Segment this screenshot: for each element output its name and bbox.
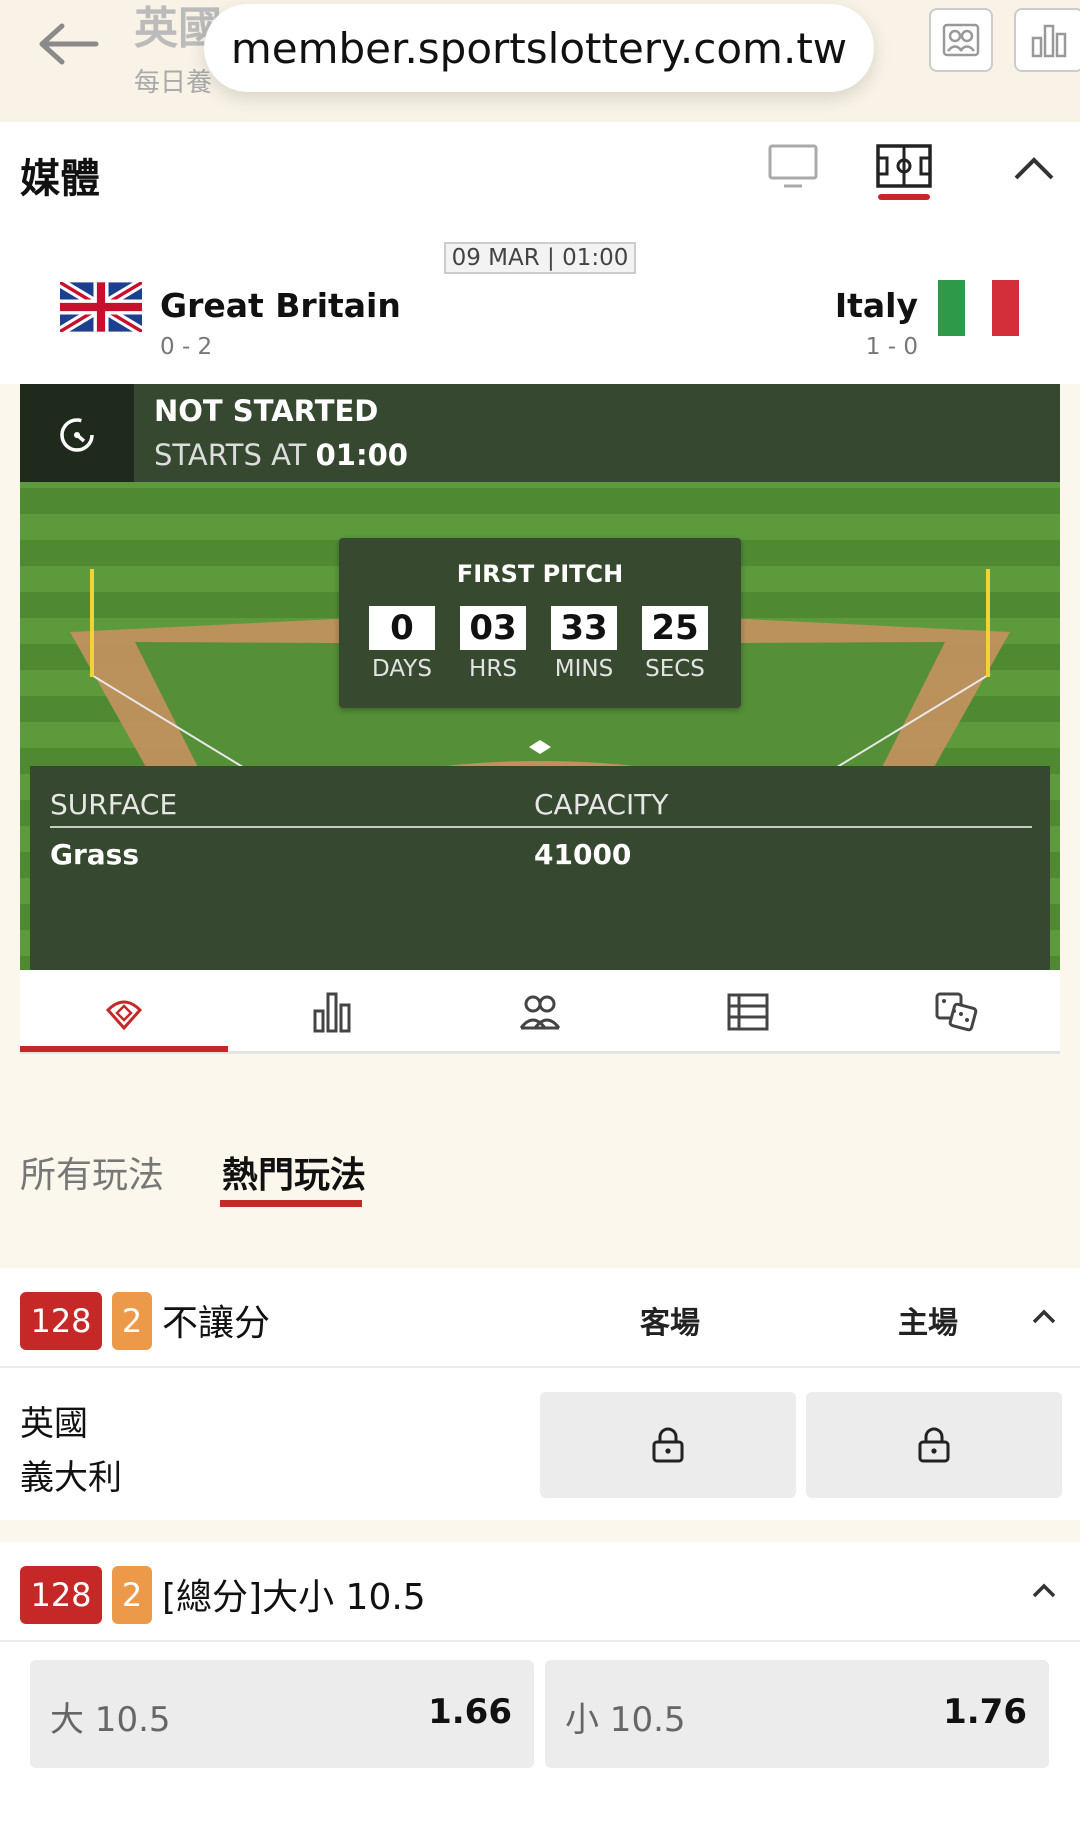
over-odds: 1.66 xyxy=(428,1692,512,1732)
media-title: 媒體 xyxy=(20,156,100,202)
status-icon-box xyxy=(20,384,134,482)
countdown-hours-value: 03 xyxy=(460,606,526,650)
market-header[interactable]: 128 2 [總分]大小 10.5 xyxy=(0,1542,1080,1642)
tab-stats[interactable] xyxy=(228,970,436,1054)
home-team-name: Great Britain xyxy=(160,286,401,325)
market-tab-underline xyxy=(220,1200,362,1207)
home-odds-button-locked[interactable] xyxy=(806,1392,1062,1498)
media-tab-underline xyxy=(878,194,930,200)
countdown-title: FIRST PITCH xyxy=(456,560,624,588)
lock-icon xyxy=(652,1427,684,1463)
away-team-name: Italy xyxy=(834,286,918,325)
tv-icon[interactable] xyxy=(768,144,818,188)
countdown-minutes-value: 33 xyxy=(551,606,617,650)
stadium-widget: NOT STARTED STARTS AT 01:00 FIRST PITCH … xyxy=(20,384,1060,970)
column-away: 客場 xyxy=(640,1306,700,1341)
tab-odds[interactable] xyxy=(852,970,1060,1054)
status-start-time: STARTS AT 01:00 xyxy=(154,438,408,472)
chevron-up-icon[interactable] xyxy=(1030,1580,1058,1602)
market-tabs: 所有玩法 熱門玩法 xyxy=(0,1070,1080,1266)
tab-popular-markets[interactable]: 熱門玩法 xyxy=(222,1146,366,1198)
home-team-record: 0 - 2 xyxy=(160,334,213,360)
countdown-seconds-value: 25 xyxy=(642,606,708,650)
lock-icon xyxy=(918,1427,950,1463)
over-odds-button[interactable]: 大 10.5 1.66 xyxy=(30,1660,534,1768)
tab-all-markets[interactable]: 所有玩法 xyxy=(20,1146,164,1198)
stats-header-button[interactable] xyxy=(1014,8,1080,72)
under-odds-button[interactable]: 小 10.5 1.76 xyxy=(545,1660,1049,1768)
lineup-header-button[interactable] xyxy=(929,8,993,72)
dice-icon xyxy=(935,992,978,1032)
back-arrow-icon[interactable] xyxy=(34,14,104,74)
market-header[interactable]: 128 2 不讓分 客場 主場 xyxy=(0,1268,1080,1368)
top-header: 英國 每日養 member.sportslottery.com.tw xyxy=(0,0,1080,122)
market-count-badge: 2 xyxy=(112,1292,152,1350)
people-icon xyxy=(942,23,980,57)
market-team-1: 英國 xyxy=(20,1404,88,1444)
tab-active-underline xyxy=(20,1046,228,1052)
capacity-value: 41000 xyxy=(534,838,632,871)
stopwatch-icon xyxy=(60,418,94,452)
tab-field[interactable] xyxy=(20,970,228,1054)
starts-at-time: 01:00 xyxy=(315,438,408,472)
match-header: 09 MAR | 01:00 Great Britain 0 - 2 Italy… xyxy=(0,222,1080,384)
surface-label: SURFACE xyxy=(50,788,178,821)
status-title: NOT STARTED xyxy=(154,394,379,428)
countdown-hours: 03 HRS xyxy=(460,606,526,682)
market-card-total: 128 2 [總分]大小 10.5 大 10.5 1.66 小 10.5 1.7… xyxy=(0,1542,1080,1836)
market-number-badge: 128 xyxy=(20,1292,102,1350)
tab-standings[interactable] xyxy=(644,970,852,1054)
countdown-seconds: 25 SECS xyxy=(642,606,708,682)
capacity-label: CAPACITY xyxy=(534,788,669,821)
market-name: 不讓分 xyxy=(162,1303,271,1344)
great-britain-flag-icon xyxy=(60,282,142,332)
away-odds-button-locked[interactable] xyxy=(540,1392,796,1498)
under-odds: 1.76 xyxy=(943,1692,1027,1732)
info-divider xyxy=(50,826,1032,828)
field-view-icon[interactable] xyxy=(876,144,932,188)
market-count-badge: 2 xyxy=(112,1566,152,1624)
over-label: 大 10.5 xyxy=(50,1700,171,1740)
market-name: [總分]大小 10.5 xyxy=(162,1577,426,1618)
venue-info-panel: SURFACE CAPACITY Grass 41000 xyxy=(30,766,1050,970)
tab-lineup[interactable] xyxy=(436,970,644,1054)
market-card-moneyline: 128 2 不讓分 客場 主場 英國 義大利 xyxy=(0,1268,1080,1520)
countdown-hours-label: HRS xyxy=(469,656,517,682)
url-bar[interactable]: member.sportslottery.com.tw xyxy=(204,4,874,92)
countdown-minutes-label: MINS xyxy=(554,656,614,682)
market-team-2: 義大利 xyxy=(20,1458,122,1498)
bar-chart-icon xyxy=(1031,24,1067,58)
lineup-icon xyxy=(519,995,561,1030)
media-bar: 媒體 xyxy=(0,122,1080,222)
first-pitch-countdown: FIRST PITCH 0 DAYS 03 HRS 33 MINS 25 SEC… xyxy=(339,538,741,708)
chevron-up-icon[interactable] xyxy=(1010,150,1058,186)
baseball-diamond-icon xyxy=(105,1000,143,1031)
market-number-badge: 128 xyxy=(20,1566,102,1624)
table-icon xyxy=(727,993,769,1031)
match-icon-tabs xyxy=(20,970,1060,1054)
match-status-bar: NOT STARTED STARTS AT 01:00 xyxy=(20,384,1060,482)
match-date: 09 MAR | 01:00 xyxy=(444,242,636,274)
surface-value: Grass xyxy=(50,838,140,871)
page-subtitle: 每日養 xyxy=(134,68,213,98)
bar-chart-icon xyxy=(313,992,351,1033)
under-label: 小 10.5 xyxy=(565,1700,686,1740)
away-team-record: 1 - 0 xyxy=(865,334,918,360)
countdown-days-label: DAYS xyxy=(372,656,432,682)
italy-flag-icon xyxy=(938,280,1020,336)
chevron-up-icon[interactable] xyxy=(1030,1306,1058,1328)
column-home: 主場 xyxy=(898,1306,958,1341)
countdown-days: 0 DAYS xyxy=(369,606,435,682)
countdown-seconds-label: SECS xyxy=(645,656,705,682)
countdown-minutes: 33 MINS xyxy=(551,606,617,682)
countdown-days-value: 0 xyxy=(369,606,435,650)
starts-at-label: STARTS AT xyxy=(154,438,307,472)
